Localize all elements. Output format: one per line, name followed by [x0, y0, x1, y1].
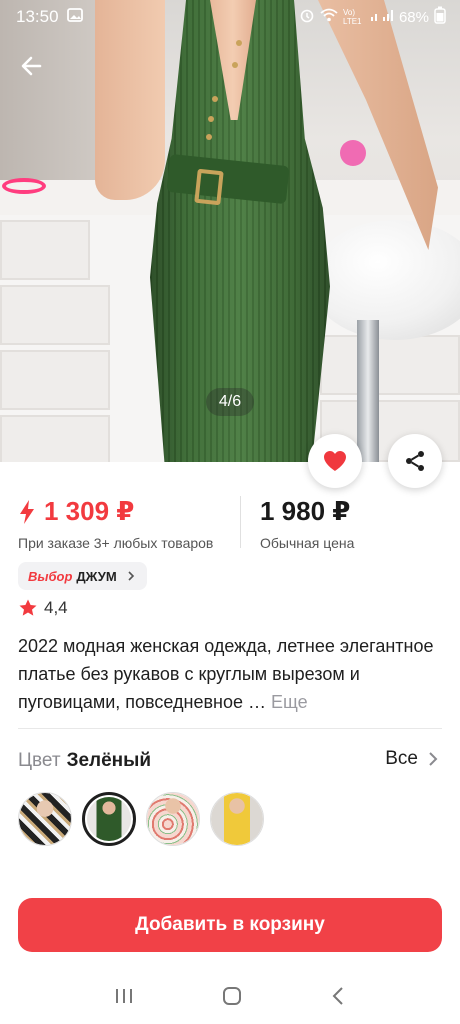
signal-icon — [370, 8, 394, 26]
back-button[interactable] — [18, 52, 46, 80]
divider — [18, 728, 442, 729]
alarm-icon — [299, 7, 315, 27]
promo-price: 1 309 ₽ — [18, 496, 213, 527]
decor-skull — [340, 140, 366, 166]
nav-back-button[interactable] — [329, 985, 347, 1012]
chevron-left-icon — [332, 986, 343, 1005]
chevron-right-icon — [429, 752, 438, 766]
price-divider — [240, 496, 241, 548]
star-icon — [19, 599, 37, 616]
battery-icon — [434, 6, 446, 28]
system-navbar — [0, 972, 460, 1024]
more-link[interactable]: Еще — [271, 692, 308, 712]
add-to-cart-button[interactable]: Добавить в корзину — [18, 898, 442, 952]
regular-price-value: 1 980 ₽ — [260, 496, 351, 526]
color-swatch[interactable] — [210, 792, 264, 846]
choice-brand: Выбор — [28, 568, 73, 584]
stool-pole — [357, 320, 379, 462]
all-colors-label: Все — [385, 748, 418, 769]
regular-price-note: Обычная цена — [260, 535, 355, 551]
product-title[interactable]: 2022 модная женская одежда, летнее элега… — [18, 632, 442, 716]
promo-price-note: При заказе 3+ любых товаров — [18, 535, 214, 551]
recent-apps-button[interactable] — [113, 986, 135, 1011]
promo-price-block: 1 309 ₽ При заказе 3+ любых товаров — [18, 496, 213, 551]
color-label: Цвет — [18, 750, 61, 771]
network-label: Vo) LTE1 — [342, 8, 362, 26]
status-bar: 13:50 Vo) LTE1 68% — [0, 0, 460, 34]
gallery-icon — [66, 7, 83, 27]
home-button[interactable] — [221, 985, 243, 1012]
image-counter: 4/6 — [206, 388, 254, 416]
recent-apps-icon — [116, 988, 132, 1003]
belt-buckle — [194, 168, 224, 206]
rating-value: 4,4 — [44, 598, 68, 617]
arrow-left-icon — [21, 56, 42, 76]
favorite-button[interactable] — [308, 434, 362, 488]
color-swatch-selected[interactable] — [82, 792, 136, 846]
color-swatches — [18, 792, 264, 846]
all-colors-link[interactable]: Все — [385, 748, 438, 770]
battery-text: 68% — [398, 8, 429, 26]
regular-price-block: 1 980 ₽ Обычная цена — [260, 496, 354, 551]
color-selected: Зелёный — [66, 750, 152, 771]
rating[interactable]: 4,4 — [18, 598, 68, 618]
color-swatch[interactable] — [18, 792, 72, 846]
home-icon — [223, 986, 241, 1005]
share-icon — [406, 451, 424, 471]
status-time: 13:50 — [16, 7, 59, 26]
product-image[interactable]: 4/6 — [0, 0, 460, 462]
lightning-icon — [20, 499, 34, 524]
share-button[interactable] — [388, 434, 442, 488]
wifi-icon — [320, 8, 338, 26]
choice-name: ДЖУМ — [76, 568, 117, 584]
product-title-text: 2022 модная женская одежда, летнее элега… — [18, 636, 434, 712]
color-swatch[interactable] — [146, 792, 200, 846]
color-selector-header: Цвет Зелёный Все — [18, 748, 442, 774]
decor-pink-object — [2, 178, 46, 194]
promo-price-value: 1 309 ₽ — [44, 496, 135, 526]
heart-icon — [324, 451, 346, 471]
choice-badge[interactable]: Выбор ДЖУМ — [18, 562, 147, 590]
chevron-right-icon — [128, 571, 134, 581]
